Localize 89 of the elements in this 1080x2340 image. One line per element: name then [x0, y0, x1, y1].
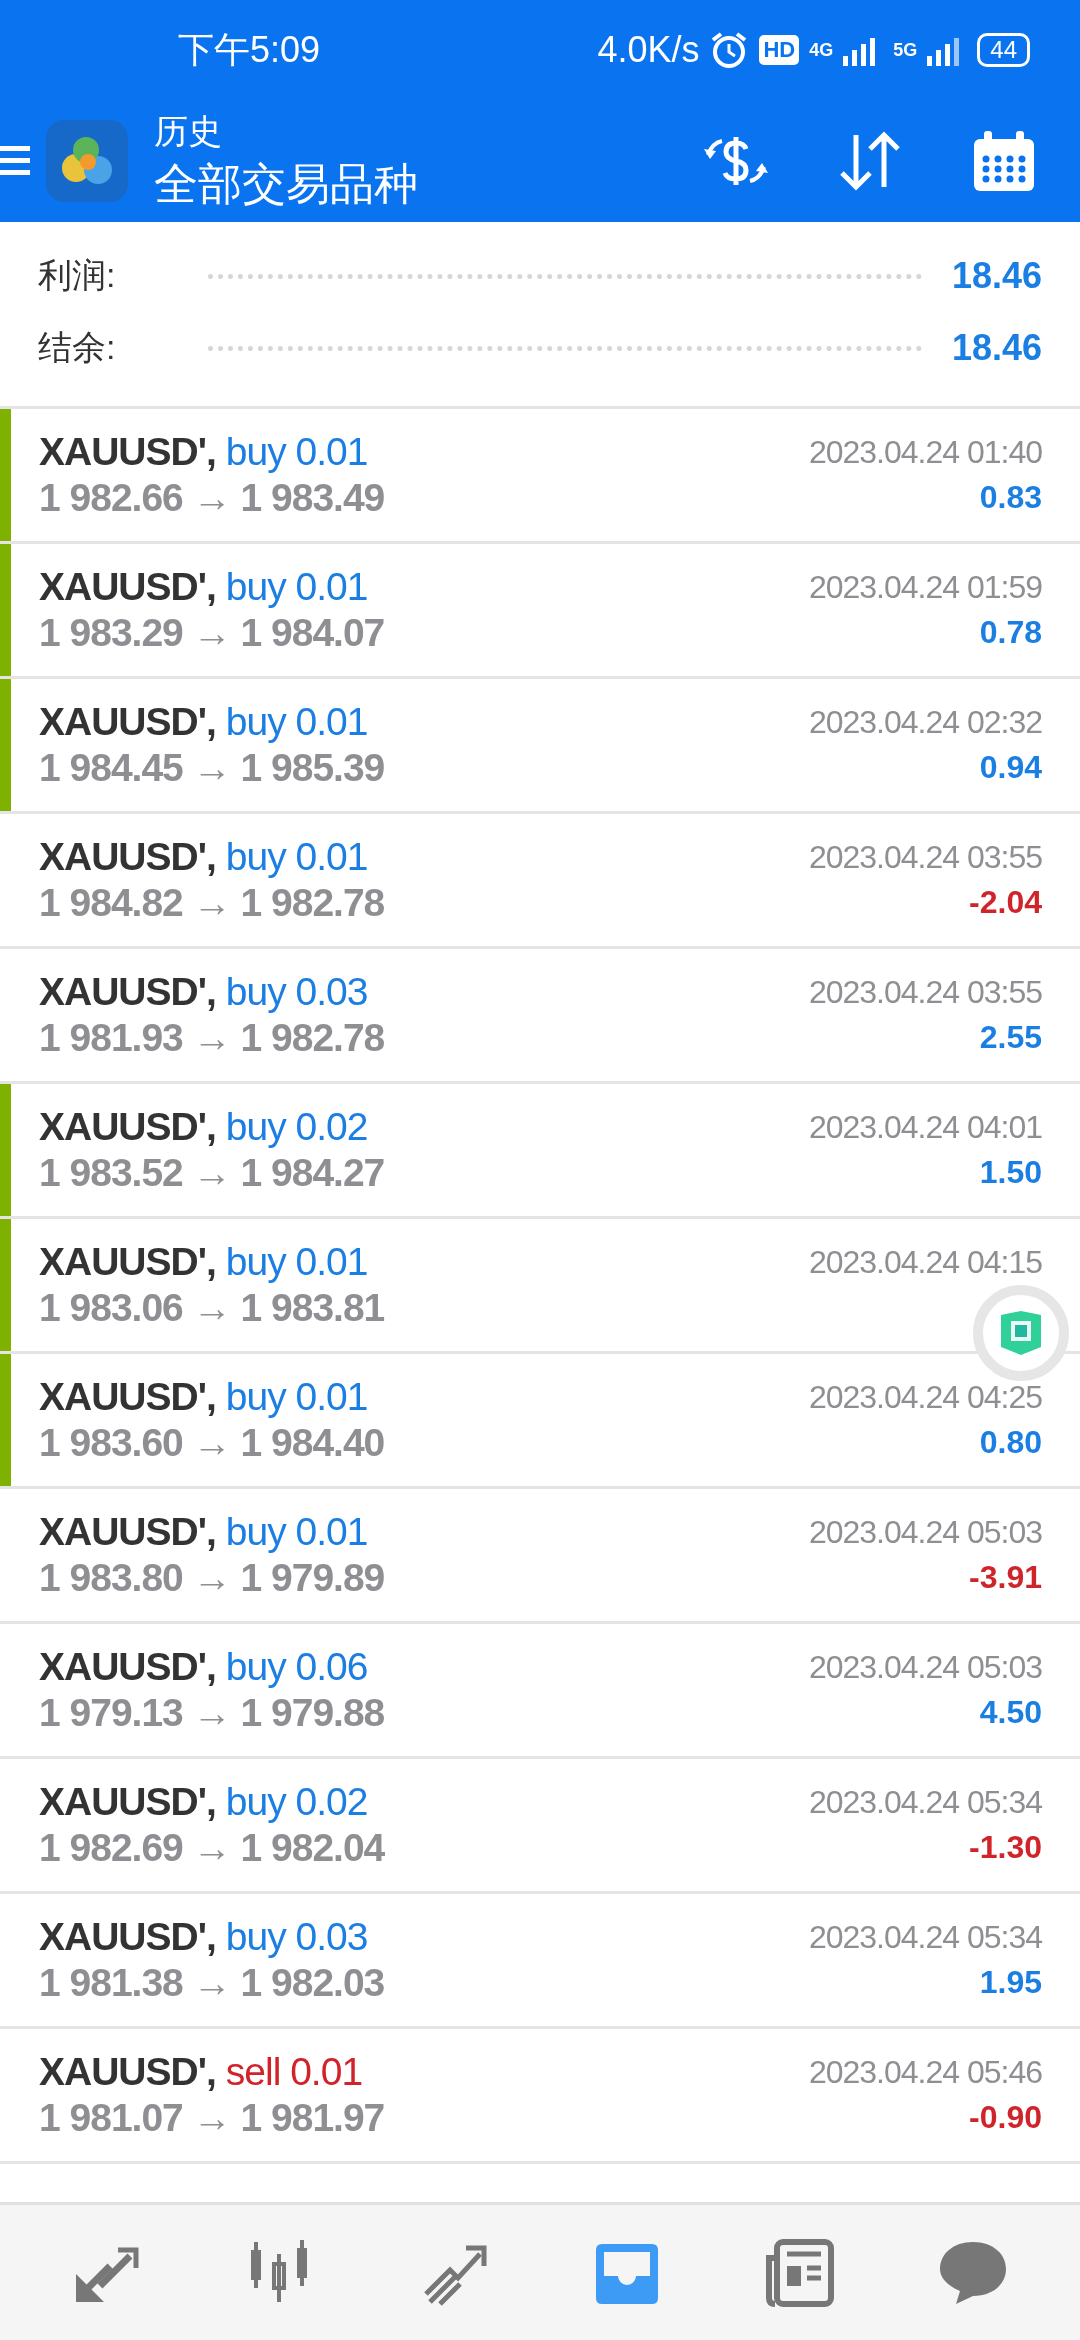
trade-prices: 1 983.80 → 1 979.89 [39, 1556, 386, 1600]
status-time: 下午5:09 [178, 27, 321, 72]
trade-time: 2023.04.24 05:46 [808, 2053, 1042, 2091]
trade-time: 2023.04.24 02:32 [808, 703, 1042, 741]
trade-profit: 0.94 [979, 748, 1042, 787]
trade-row[interactable]: XAUUSD', buy 0.01 1 983.29 → 1 984.07 2023.04.24 01:59 0.78 [0, 544, 1080, 679]
summary-value: 18.46 [951, 255, 1042, 297]
trade-symbol: XAUUSD', [39, 1105, 216, 1149]
trade-profit: -2.04 [969, 883, 1042, 922]
trade-symbol: XAUUSD', [39, 1645, 216, 1689]
trade-row[interactable]: XAUUSD', buy 0.03 1 981.38 → 1 982.03 2023.04.24 05:34 1.95 [0, 1894, 1080, 2029]
trade-side: buy 0.02 [225, 1780, 368, 1824]
trade-time: 2023.04.24 03:55 [808, 838, 1042, 876]
trade-prices: 1 979.13 → 1 979.88 [39, 1691, 386, 1735]
trade-prices: 1 983.60 → 1 984.40 [39, 1421, 386, 1465]
network-type: 4G [809, 39, 834, 61]
trade-side: buy 0.06 [225, 1645, 368, 1689]
trade-row[interactable]: XAUUSD', buy 0.06 1 979.13 → 1 979.88 2023.04.24 05:03 4.50 [0, 1624, 1080, 1759]
trade-side: buy 0.01 [225, 1375, 368, 1419]
trade-side: buy 0.01 [225, 430, 368, 474]
trade-row[interactable]: XAUUSD', buy 0.02 1 983.52 → 1 984.27 2023.04.24 04:01 1.50 [0, 1084, 1080, 1219]
trade-prices: 1 984.45 → 1 985.39 [39, 746, 386, 790]
trade-prices: 1 981.07 → 1 981.97 [39, 2096, 386, 2140]
trade-row[interactable]: XAUUSD', sell 0.01 1 981.07 → 1 981.97 2023.04.24 05:46 -0.90 [0, 2029, 1080, 2164]
trade-prices: 1 981.38 → 1 982.03 [39, 1961, 386, 2005]
trade-side: sell 0.01 [225, 2050, 363, 2094]
trade-profit: 0.83 [979, 478, 1042, 517]
trade-time: 2023.04.24 04:25 [808, 1378, 1042, 1416]
trade-symbol: XAUUSD', [39, 970, 216, 1014]
trade-profit: -3.91 [969, 1558, 1042, 1597]
trade-side: buy 0.03 [225, 1915, 368, 1959]
network-type: 5G [893, 39, 918, 61]
trade-symbol: XAUUSD', [39, 2050, 216, 2094]
trade-prices: 1 984.82 → 1 982.78 [39, 881, 386, 925]
trade-time: 2023.04.24 05:34 [808, 1918, 1042, 1956]
trade-symbol: XAUUSD', [39, 565, 216, 609]
trade-prices: 1 982.66 → 1 983.49 [39, 476, 386, 520]
trade-side: buy 0.01 [225, 565, 368, 609]
trade-time: 2023.04.24 05:03 [808, 1648, 1042, 1686]
battery-level: 44 [977, 33, 1030, 67]
trade-profit: 0.78 [979, 613, 1042, 652]
trade-side: buy 0.01 [225, 1240, 368, 1284]
trade-profit: 4.50 [979, 1693, 1042, 1732]
summary-label: 结余: [38, 327, 117, 368]
trade-prices: 1 983.29 → 1 984.07 [39, 611, 386, 655]
trade-time: 2023.04.24 04:15 [808, 1243, 1042, 1281]
trade-prices: 1 982.69 → 1 982.04 [39, 1826, 386, 1870]
trade-prices: 1 983.06 → 1 983.81 [39, 1286, 386, 1330]
trade-prices: 1 983.52 → 1 984.27 [39, 1151, 386, 1195]
trade-symbol: XAUUSD', [39, 430, 216, 474]
trade-profit: 0.80 [979, 1423, 1042, 1462]
menu-icon[interactable] [0, 144, 30, 178]
trade-symbol: XAUUSD', [39, 1375, 216, 1419]
trade-time: 2023.04.24 05:34 [808, 1783, 1042, 1821]
summary-label: 利润: [38, 255, 117, 296]
trade-time: 2023.04.24 01:40 [808, 433, 1042, 471]
app-logo-icon [46, 120, 128, 202]
trade-row[interactable]: XAUUSD', buy 0.01 1 984.82 → 1 982.78 2023.04.24 03:55 -2.04 [0, 814, 1080, 949]
trade-profit: -0.90 [969, 2098, 1042, 2137]
trade-profit: 1.95 [979, 1963, 1042, 2002]
trade-side: buy 0.01 [225, 700, 368, 744]
trade-profit: 2.55 [979, 1018, 1042, 1057]
trade-time: 2023.04.24 03:55 [808, 973, 1042, 1011]
trade-time: 2023.04.24 05:03 [808, 1513, 1042, 1551]
network-speed: 4.0K/s [597, 29, 700, 71]
trade-side: buy 0.01 [225, 835, 368, 879]
trade-prices: 1 981.93 → 1 982.78 [39, 1016, 386, 1060]
trade-time: 2023.04.24 01:59 [808, 568, 1042, 606]
symbol-filter[interactable]: 全部交易品种 [154, 154, 418, 214]
trade-row[interactable]: XAUUSD', buy 0.01 1 984.45 → 1 985.39 2023.04.24 02:32 0.94 [0, 679, 1080, 814]
trade-side: buy 0.03 [225, 970, 368, 1014]
summary-value: 18.46 [951, 327, 1042, 369]
trade-row[interactable]: XAUUSD', buy 0.01 1 983.80 → 1 979.89 2023.04.24 05:03 -3.91 [0, 1489, 1080, 1624]
screen-title: 历史 [154, 110, 223, 152]
trade-symbol: XAUUSD', [39, 1510, 216, 1554]
trade-symbol: XAUUSD', [39, 835, 216, 879]
trade-side: buy 0.02 [225, 1105, 368, 1149]
trade-row[interactable]: XAUUSD', buy 0.03 1 981.93 → 1 982.78 2023.04.24 03:55 2.55 [0, 949, 1080, 1084]
trade-symbol: XAUUSD', [39, 1915, 216, 1959]
trade-symbol: XAUUSD', [39, 700, 216, 744]
trade-symbol: XAUUSD', [39, 1240, 216, 1284]
trade-side: buy 0.01 [225, 1510, 368, 1554]
trade-row[interactable]: XAUUSD', buy 0.02 1 982.69 → 1 982.04 2023.04.24 05:34 -1.30 [0, 1759, 1080, 1894]
trade-row[interactable]: XAUUSD', buy 0.01 1 982.66 → 1 983.49 2023.04.24 01:40 0.83 [0, 409, 1080, 544]
trade-profit: -1.30 [969, 1828, 1042, 1867]
trade-time: 2023.04.24 04:01 [808, 1108, 1042, 1146]
trade-profit: 1.50 [979, 1153, 1042, 1192]
trade-symbol: XAUUSD', [39, 1780, 216, 1824]
hd-badge: HD [759, 35, 800, 65]
